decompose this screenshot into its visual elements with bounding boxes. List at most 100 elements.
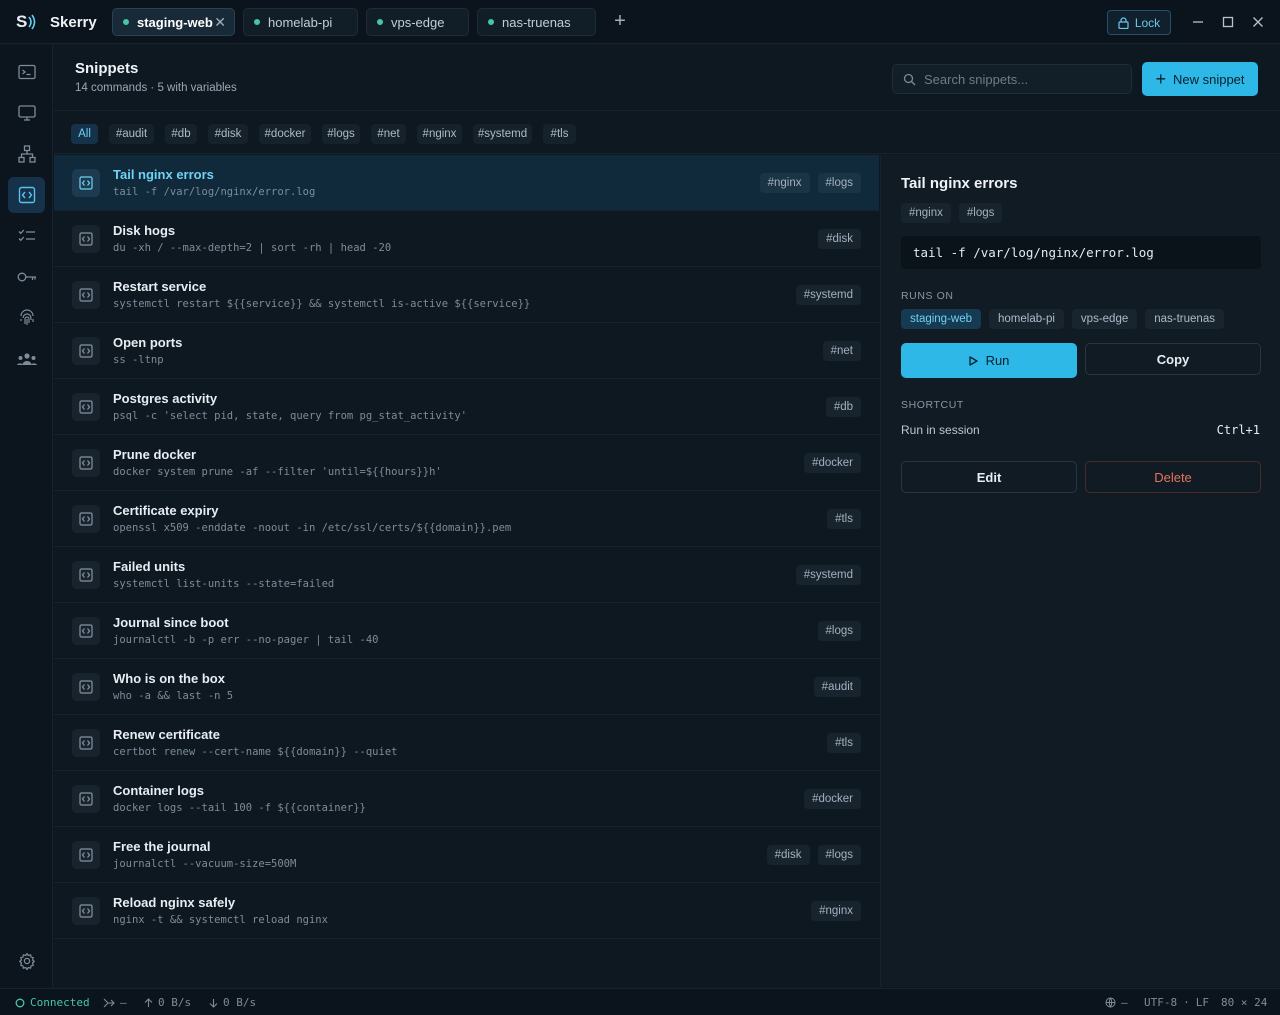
- snippet-title: Journal since boot: [113, 615, 229, 630]
- tab-label: vps-edge: [391, 14, 445, 30]
- list-item[interactable]: Container logs docker logs --tail 100 -f…: [54, 771, 879, 827]
- maximize-button[interactable]: [1218, 12, 1238, 32]
- sidebar-item-checklist[interactable]: [8, 218, 45, 254]
- sidebar-item-snippets[interactable]: [8, 177, 45, 213]
- snippet-icon: [72, 281, 100, 309]
- status-dot: [377, 19, 383, 25]
- tag: #docker: [804, 789, 861, 809]
- sidebar-item-network[interactable]: [8, 136, 45, 172]
- shortcut-key: Ctrl+1: [1216, 423, 1260, 437]
- shortcut-description: Run in session: [901, 423, 980, 437]
- settings-button[interactable]: [8, 943, 45, 979]
- host-chip-homelab-pi[interactable]: homelab-pi: [989, 309, 1064, 329]
- branch-icon: [103, 998, 115, 1007]
- search-icon: [903, 73, 916, 85]
- snippet-icon: [72, 729, 100, 757]
- filter-audit[interactable]: #audit: [109, 124, 154, 144]
- tag: #logs: [817, 845, 861, 865]
- window-close-button[interactable]: [1248, 12, 1268, 32]
- sidebar-item-monitor[interactable]: [8, 95, 45, 131]
- delete-button[interactable]: Delete: [1085, 461, 1261, 493]
- sidebar-item-terminal[interactable]: [8, 54, 45, 90]
- list-item[interactable]: Open ports ss -ltnp #net: [54, 323, 879, 379]
- tab-nas-truenas[interactable]: nas-truenas: [477, 8, 596, 36]
- lock-button[interactable]: Lock: [1107, 10, 1171, 35]
- tab-label: homelab-pi: [268, 14, 333, 30]
- list-item[interactable]: Certificate expiry openssl x509 -enddate…: [54, 491, 879, 547]
- new-snippet-button[interactable]: + New snippet: [1142, 62, 1258, 96]
- list-item[interactable]: Postgres activity psql -c 'select pid, s…: [54, 379, 879, 435]
- separator: ·: [1183, 996, 1190, 1009]
- sidebar-item-identities[interactable]: [8, 300, 45, 336]
- filter-disk[interactable]: #disk: [208, 124, 248, 144]
- list-item[interactable]: Who is on the box who -a && last -n 5 #a…: [54, 659, 879, 715]
- detail-title: Tail nginx errors: [901, 175, 1018, 192]
- list-item[interactable]: Failed units systemctl list-units --stat…: [54, 547, 879, 603]
- filter-db[interactable]: #db: [165, 124, 197, 144]
- filter-docker[interactable]: #docker: [259, 124, 311, 144]
- sidebar-item-keys[interactable]: [8, 259, 45, 295]
- play-icon: [968, 355, 978, 366]
- branch-status: –: [103, 996, 127, 1009]
- filter-net[interactable]: #net: [371, 124, 406, 144]
- list-item[interactable]: Journal since boot journalctl -b -p err …: [54, 603, 879, 659]
- list-item[interactable]: Prune docker docker system prune -af --f…: [54, 435, 879, 491]
- shortcut-label: SHORTCUT: [901, 399, 964, 411]
- brand: S Skerry: [16, 10, 97, 34]
- search-box[interactable]: [892, 64, 1132, 94]
- snippet-title: Tail nginx errors: [113, 167, 214, 182]
- list-item[interactable]: Disk hogs du -xh / --max-depth=2 | sort …: [54, 211, 879, 267]
- filter-logs[interactable]: #logs: [322, 124, 360, 144]
- host-chip-staging-web[interactable]: staging-web: [901, 309, 982, 329]
- snippet-detail-panel: Tail nginx errors #nginx #logs tail -f /…: [880, 155, 1280, 987]
- snippet-icon: [72, 505, 100, 533]
- snippet-icon: [72, 841, 100, 869]
- snippet-command: openssl x509 -enddate -noout -in /etc/ss…: [113, 522, 512, 534]
- lock-label: Lock: [1134, 15, 1161, 30]
- tag: #logs: [958, 203, 1003, 223]
- list-item[interactable]: Restart service systemctl restart ${{ser…: [54, 267, 879, 323]
- host-chip-nas-truenas[interactable]: nas-truenas: [1145, 309, 1224, 329]
- list-item[interactable]: Free the journal journalctl --vacuum-siz…: [54, 827, 879, 883]
- tag: #net: [822, 341, 861, 361]
- snippet-command: tail -f /var/log/nginx/error.log: [113, 186, 316, 198]
- fingerprint-icon: [19, 309, 34, 325]
- snippet-icon: [72, 897, 100, 925]
- filter-nginx[interactable]: #nginx: [417, 124, 462, 144]
- snippet-icon: [72, 561, 100, 589]
- snippet-title: Postgres activity: [113, 391, 218, 406]
- run-button[interactable]: Run: [901, 343, 1077, 378]
- close-icon[interactable]: ✕: [214, 14, 226, 31]
- app-logo: S: [16, 10, 42, 34]
- filter-systemd[interactable]: #systemd: [473, 124, 532, 144]
- copy-button[interactable]: Copy: [1085, 343, 1261, 375]
- list-item[interactable]: Tail nginx errors tail -f /var/log/nginx…: [54, 155, 879, 211]
- network-icon: [17, 145, 36, 163]
- plus-icon: +: [1155, 69, 1166, 89]
- snippet-title: Container logs: [113, 783, 205, 798]
- gear-icon: [18, 952, 35, 970]
- snippet-title: Reload nginx safely: [113, 895, 236, 910]
- snippet-icon: [72, 449, 100, 477]
- tab-vps-edge[interactable]: vps-edge: [366, 8, 469, 36]
- snippet-title: Renew certificate: [113, 727, 220, 742]
- snippet-title: Restart service: [113, 279, 207, 294]
- page-title: Snippets: [75, 60, 139, 77]
- edit-button[interactable]: Edit: [901, 461, 1077, 493]
- checklist-icon: [18, 229, 35, 242]
- filter-tls[interactable]: #tls: [543, 124, 576, 144]
- detail-command[interactable]: tail -f /var/log/nginx/error.log: [901, 236, 1261, 269]
- list-item[interactable]: Renew certificate certbot renew --cert-n…: [54, 715, 879, 771]
- upload-value: 0 B/s: [158, 996, 192, 1009]
- new-tab-button[interactable]: +: [609, 10, 631, 32]
- snippet-command: who -a && last -n 5: [113, 690, 234, 702]
- sidebar-item-team[interactable]: [8, 341, 45, 377]
- search-input[interactable]: [924, 71, 1124, 87]
- tab-homelab-pi[interactable]: homelab-pi: [243, 8, 358, 36]
- status-bar: Connected – 0 B/s 0 B/s – UTF-8 · LF 80 …: [0, 988, 1280, 1015]
- list-item[interactable]: Reload nginx safely nginx -t && systemct…: [54, 883, 879, 939]
- tab-staging-web[interactable]: staging-web ✕: [112, 8, 235, 36]
- minimize-button[interactable]: [1188, 12, 1208, 32]
- host-chip-vps-edge[interactable]: vps-edge: [1071, 309, 1138, 329]
- filter-all[interactable]: All: [71, 124, 98, 144]
